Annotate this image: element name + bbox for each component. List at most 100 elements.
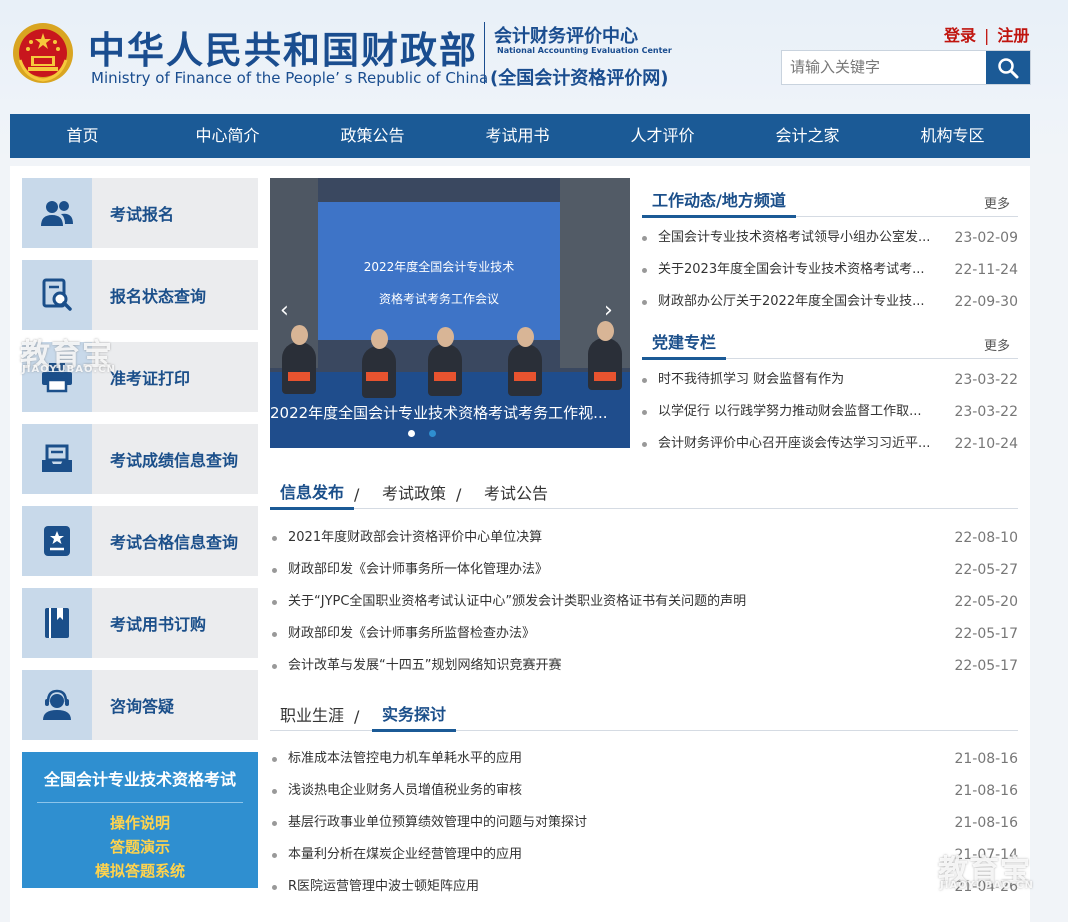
tab-exam-notice[interactable]: 考试公告 [484,480,548,504]
center-name-en: National Accounting Evaluation Center [497,46,672,55]
photo-person [282,325,316,394]
search-button[interactable] [986,51,1030,84]
sidebar-label: 考试成绩信息查询 [110,451,239,470]
list-item[interactable]: 基层行政事业单位预算绩效管理中的问题与对策探讨 21-08-16 [272,807,1018,839]
carousel-next-arrow[interactable]: › [604,298,613,323]
party-news-more-link[interactable]: 更多 [984,335,1010,354]
work-news-header: 工作动态/地方频道 更多 [642,182,1018,218]
info-tabs: 信息发布 / 考试政策 / 考试公告 [270,478,1018,510]
promo-link-mock-system[interactable]: 模拟答题系统 [22,859,258,883]
news-date: 22-05-20 [954,594,1018,610]
main-nav: 首页 中心简介 政策公告 考试用书 人才评价 会计之家 机构专区 [10,114,1030,158]
sidebar-label: 咨询答疑 [110,697,175,716]
photo-person [428,327,462,396]
nav-accountant-home[interactable]: 会计之家 [735,114,880,158]
photo-person [588,321,622,390]
site-header: 中华人民共和国财政部 Ministry of Finance of the Pe… [0,0,1068,112]
login-link[interactable]: 登录 [944,26,976,45]
carousel-dot[interactable] [408,430,415,437]
list-item[interactable]: 财政部印发《会计师事务所一体化管理办法》 22-05-27 [272,554,1018,586]
list-item[interactable]: 全国会计专业技术资格考试领导小组办公室发... 23-02-09 [642,222,1018,254]
sidebar-exam-registration[interactable]: 考试报名 [22,178,258,248]
user-group-icon [41,201,73,226]
promo-link-demo[interactable]: 答题演示 [22,835,258,859]
list-item[interactable]: 关于“JYPC全国职业资格考试认证中心”颁发会计类职业资格证书有关问题的声明 22… [272,586,1018,618]
news-date: 22-05-17 [954,658,1018,674]
list-item[interactable]: 关于2023年度全国会计专业技术资格考试考... 22-11-24 [642,254,1018,286]
exam-promo-banner: 全国会计专业技术资格考试 操作说明 答题演示 模拟答题系统 [22,752,258,888]
news-title: 会计财务评价中心召开座谈会传达学习习近平... [658,436,931,451]
work-news-list: 全国会计专业技术资格考试领导小组办公室发... 23-02-09 关于2023年度… [642,222,1018,318]
carousel-prev-arrow[interactable]: ‹ [280,298,289,323]
news-title: 财政部印发《会计师事务所一体化管理办法》 [288,562,549,577]
photo-nameplate [514,372,536,381]
news-title: 关于2023年度全国会计专业技术资格考试考... [658,262,925,277]
sidebar-icon-box [22,506,92,576]
center-network-name: (全国会计资格评价网) [490,68,669,89]
list-item[interactable]: 以学促行 以行践学努力推动财会监督工作取... 23-03-22 [642,396,1018,428]
search-input[interactable] [782,51,986,82]
list-item[interactable]: 本量利分析在煤炭企业经营管理中的应用 21-07-14 [272,839,1018,871]
nav-talent[interactable]: 人才评价 [590,114,735,158]
list-item[interactable]: 财政部印发《会计师事务所监督检查办法》 22-05-17 [272,618,1018,650]
sidebar-label: 考试报名 [110,205,175,224]
tab-exam-policy[interactable]: 考试政策 [382,480,446,504]
list-item[interactable]: 浅谈热电企业财务人员增值税业务的审核 21-08-16 [272,775,1018,807]
news-date: 23-03-22 [954,372,1018,388]
nav-home[interactable]: 首页 [10,114,155,158]
sidebar-score-query[interactable]: 考试成绩信息查询 [22,424,258,494]
center-name-cn: 会计财务评价中心 [494,26,638,47]
sidebar-consult[interactable]: 咨询答疑 [22,670,258,740]
promo-link-instructions[interactable]: 操作说明 [22,811,258,835]
carousel-dot-active[interactable] [429,430,436,437]
national-emblem-icon [13,23,73,83]
news-date: 22-08-10 [954,530,1018,546]
sidebar-label: 考试合格信息查询 [110,533,239,552]
career-news-list: 标准成本法管控电力机车单耗水平的应用 21-08-16 浅谈热电企业财务人员增值税… [272,743,1018,903]
nav-policy[interactable]: 政策公告 [300,114,445,158]
document-search-icon [42,278,72,311]
promo-divider [37,802,243,803]
news-date: 21-08-16 [954,783,1018,799]
party-news-header: 党建专栏 更多 [642,324,1018,360]
list-item[interactable]: 财政部办公厅关于2022年度全国会计专业技... 22-09-30 [642,286,1018,318]
list-item[interactable]: R医院运营管理中波士顿矩阵应用 21-04-26 [272,871,1018,903]
sidebar-label: 考试用书订购 [110,615,207,634]
news-date: 22-11-24 [954,262,1018,278]
news-date: 23-02-09 [954,230,1018,246]
list-item[interactable]: 标准成本法管控电力机车单耗水平的应用 21-08-16 [272,743,1018,775]
news-date: 22-05-27 [954,562,1018,578]
nav-books[interactable]: 考试用书 [445,114,590,158]
work-news-title[interactable]: 工作动态/地方频道 [642,187,796,218]
tab-info-release[interactable]: 信息发布 [270,479,355,510]
list-item[interactable]: 会计改革与发展“十四五”规划网络知识竞赛开赛 22-05-17 [272,650,1018,682]
search-icon [998,57,1019,78]
party-news-title[interactable]: 党建专栏 [642,329,727,360]
news-title: 2021年度财政部会计资格评价中心单位决算 [288,530,543,545]
nav-institutions[interactable]: 机构专区 [880,114,1025,158]
sidebar-status-query[interactable]: 报名状态查询 [22,260,258,330]
work-news-more-link[interactable]: 更多 [984,193,1010,212]
tab-career[interactable]: 职业生涯 [280,702,344,726]
sidebar-book-order[interactable]: 考试用书订购 [22,588,258,658]
news-title: 关于“JYPC全国职业资格考试认证中心”颁发会计类职业资格证书有关问题的声明 [288,594,747,609]
auth-separator: | [984,26,990,45]
book-icon [45,608,69,638]
news-carousel[interactable]: 2022年度全国会计专业技术 资格考试考务工作会议 2022年度全国会计专业技术… [270,178,630,448]
list-item[interactable]: 会计财务评价中心召开座谈会传达学习习近平... 22-10-24 [642,428,1018,460]
site-title-en: Ministry of Finance of the People’ s Rep… [91,69,489,87]
carousel-caption[interactable]: 2022年度全国会计专业技术资格考试考务工作视... [270,402,630,423]
nav-about[interactable]: 中心简介 [155,114,300,158]
tab-practice[interactable]: 实务探讨 [372,701,457,732]
main-panel: 考试报名 报名状态查询 准考证打印 考试成绩信息查询 考试合格信息查询 考试用书… [10,166,1030,922]
sidebar-pass-query[interactable]: 考试合格信息查询 [22,506,258,576]
news-date: 23-03-22 [954,404,1018,420]
register-link[interactable]: 注册 [997,26,1029,45]
sidebar-label: 报名状态查询 [110,287,207,306]
list-item[interactable]: 时不我待抓学习 财会监督有作为 23-03-22 [642,364,1018,396]
news-title: 财政部印发《会计师事务所监督检查办法》 [288,626,536,641]
site-title-cn: 中华人民共和国财政部 [88,29,478,72]
list-item[interactable]: 2021年度财政部会计资格评价中心单位决算 22-08-10 [272,522,1018,554]
news-title: 全国会计专业技术资格考试领导小组办公室发... [658,230,931,245]
watermark-url: JIAOYUBAO.CN [940,880,1034,891]
